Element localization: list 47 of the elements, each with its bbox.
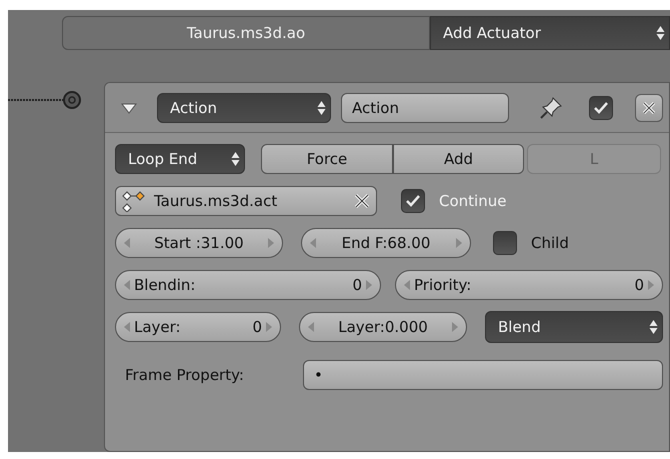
number-field[interactable]: Layer: 0 (115, 312, 282, 342)
add-actuator-dropdown[interactable]: Add Actuator (430, 16, 670, 50)
clear-icon[interactable] (354, 193, 370, 209)
decrement-arrow-icon[interactable] (404, 280, 410, 290)
frame-property-field[interactable]: • (303, 360, 663, 390)
decrement-arrow-icon[interactable] (310, 238, 316, 248)
play-mode-dropdown[interactable]: Loop End (115, 144, 245, 174)
increment-arrow-icon[interactable] (452, 322, 458, 332)
close-icon (641, 100, 657, 116)
pin-icon[interactable] (539, 96, 563, 120)
action-icon (122, 190, 146, 212)
toggle-button[interactable]: Force (261, 144, 393, 174)
number-field[interactable]: Priority: 0 (395, 270, 663, 300)
checkmark-icon (593, 100, 609, 114)
toggle-button[interactable]: Add (393, 144, 524, 174)
increment-arrow-icon[interactable] (366, 280, 372, 290)
name-field[interactable]: Action (341, 92, 509, 122)
frame-property-label: Frame Property: (124, 366, 245, 384)
type-dropdown[interactable]: Action (157, 92, 331, 122)
increment-arrow-icon[interactable] (648, 280, 654, 290)
object-name-field[interactable]: Taurus.ms3d.ao (62, 16, 430, 50)
decrement-arrow-icon[interactable] (124, 280, 130, 290)
continue-checkbox[interactable] (401, 189, 425, 213)
decrement-arrow-icon[interactable] (124, 238, 130, 248)
action-datablock-field[interactable]: Taurus.ms3d.act (115, 186, 377, 216)
up-down-arrows-icon (649, 319, 658, 335)
up-down-arrows-icon (656, 25, 665, 41)
number-field[interactable]: Start :31.00 (115, 228, 283, 258)
increment-arrow-icon[interactable] (266, 322, 272, 332)
blend-mode-dropdown[interactable]: Blend (485, 311, 663, 343)
up-down-arrows-icon (317, 100, 326, 116)
increment-arrow-icon[interactable] (268, 238, 274, 248)
decrement-arrow-icon[interactable] (308, 322, 314, 332)
close-button[interactable] (635, 94, 663, 122)
continue-label: Continue (439, 192, 506, 210)
child-label: Child (531, 234, 569, 252)
number-field[interactable]: End F:68.00 (301, 228, 471, 258)
up-down-arrows-icon (231, 151, 240, 167)
child-checkbox[interactable] (493, 231, 517, 255)
number-field[interactable]: Blendin: 0 (115, 270, 381, 300)
increment-arrow-icon[interactable] (456, 238, 462, 248)
expand-triangle-icon[interactable] (121, 102, 137, 114)
active-checkbox[interactable] (589, 96, 613, 120)
number-field[interactable]: Layer:0.000 (299, 312, 467, 342)
connector-socket-drawing[interactable] (8, 90, 84, 110)
checkmark-icon (405, 194, 421, 208)
decrement-arrow-icon[interactable] (124, 322, 130, 332)
